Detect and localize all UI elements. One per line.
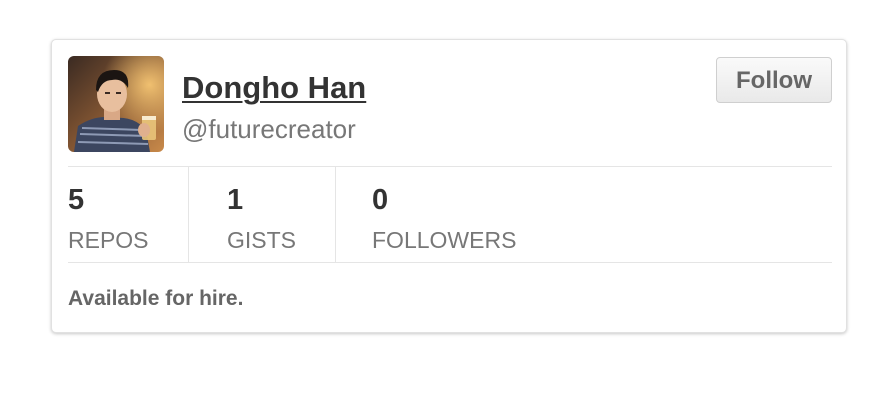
stat-gists[interactable]: 1 GISTS bbox=[189, 167, 336, 262]
divider bbox=[68, 262, 832, 263]
profile-card: Dongho Han @futurecreator Follow 5 REPOS… bbox=[51, 39, 847, 333]
stat-label: GISTS bbox=[227, 227, 297, 253]
stat-count: 5 bbox=[68, 184, 85, 216]
profile-handle: @futurecreator bbox=[182, 114, 356, 144]
hire-status: Available for hire. bbox=[68, 287, 244, 310]
follow-button[interactable]: Follow bbox=[716, 57, 832, 103]
stat-count: 0 bbox=[372, 184, 389, 216]
stats-bar: 5 REPOS 1 GISTS 0 FOLLOWERS bbox=[68, 167, 832, 262]
profile-name-link[interactable]: Dongho Han bbox=[182, 70, 366, 106]
stat-label: REPOS bbox=[68, 227, 149, 253]
stat-count: 1 bbox=[227, 184, 244, 216]
stat-label: FOLLOWERS bbox=[372, 227, 517, 253]
stat-followers[interactable]: 0 FOLLOWERS bbox=[336, 167, 536, 262]
avatar[interactable] bbox=[68, 56, 164, 152]
avatar-photo bbox=[68, 56, 164, 152]
stat-repos[interactable]: 5 REPOS bbox=[68, 167, 189, 262]
